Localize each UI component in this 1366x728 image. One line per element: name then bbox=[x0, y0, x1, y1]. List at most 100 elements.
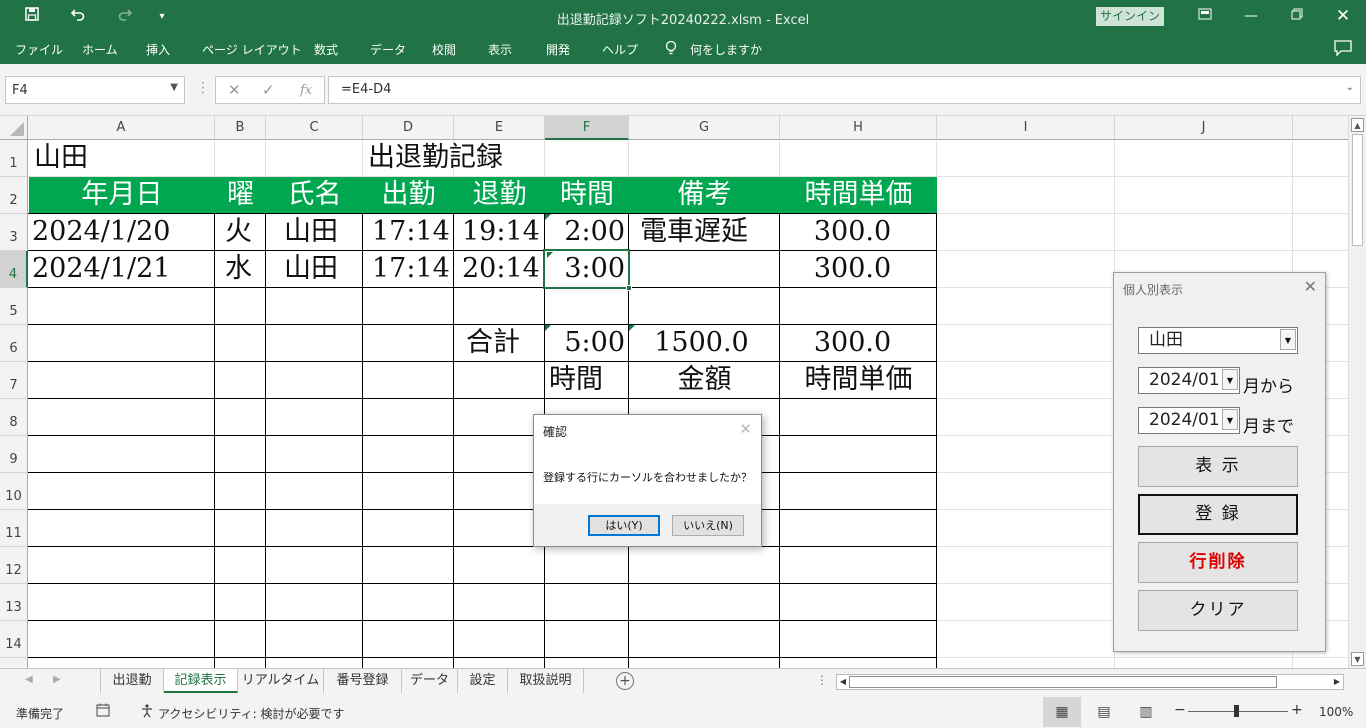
cell-b4[interactable]: 水 bbox=[225, 251, 252, 287]
ribbon-display-icon[interactable] bbox=[1190, 5, 1220, 27]
cell-h6[interactable]: 300.0 bbox=[780, 325, 925, 361]
signin-button[interactable]: サインイン bbox=[1096, 7, 1164, 26]
zoom-slider-knob[interactable] bbox=[1234, 705, 1239, 717]
minimize-icon[interactable]: — bbox=[1236, 5, 1266, 27]
row-header-3[interactable]: 3 bbox=[0, 214, 28, 251]
row-header-5[interactable]: 5 bbox=[0, 288, 28, 325]
row-header-9[interactable]: 9 bbox=[0, 436, 28, 473]
no-button[interactable]: いいえ(N) bbox=[672, 515, 744, 536]
sheet-tab-realtime[interactable]: リアルタイム bbox=[238, 669, 324, 693]
cell-e3[interactable]: 19:14 bbox=[462, 214, 540, 250]
cell-d1[interactable]: 出退勤記録 bbox=[368, 140, 503, 176]
column-header-j[interactable]: J bbox=[1115, 116, 1293, 140]
active-cell-selection[interactable] bbox=[543, 249, 630, 289]
header-cell-weekday[interactable]: 曜 bbox=[215, 177, 266, 213]
zoom-in-button[interactable]: + bbox=[1291, 702, 1303, 718]
column-header-e[interactable]: E bbox=[454, 116, 545, 140]
expand-formula-icon[interactable]: ⌄ bbox=[1346, 82, 1354, 93]
column-header-b[interactable]: B bbox=[215, 116, 266, 140]
name-box[interactable]: F4 ▼ bbox=[5, 76, 185, 104]
header-cell-hours[interactable]: 時間 bbox=[545, 177, 629, 213]
cell-a1[interactable]: 山田 bbox=[34, 140, 88, 176]
next-sheet-icon[interactable]: ▶ bbox=[53, 674, 61, 685]
cell-f7[interactable]: 時間 bbox=[549, 362, 603, 398]
row-header-4[interactable]: 4 bbox=[0, 251, 28, 288]
chevron-down-icon[interactable]: ▼ bbox=[1222, 369, 1238, 390]
page-layout-view-icon[interactable]: ▤ bbox=[1085, 697, 1123, 727]
cell-c3[interactable]: 山田 bbox=[284, 214, 338, 250]
cell-b3[interactable]: 火 bbox=[225, 214, 252, 250]
cell-e4[interactable]: 20:14 bbox=[462, 251, 540, 287]
scroll-thumb[interactable] bbox=[849, 676, 1277, 688]
header-cell-name[interactable]: 氏名 bbox=[266, 177, 363, 213]
tab-developer[interactable]: 開発 bbox=[546, 41, 570, 58]
restore-icon[interactable] bbox=[1282, 5, 1312, 27]
to-month-combobox[interactable]: 2024/01 ▼ bbox=[1138, 407, 1240, 434]
chevron-down-icon[interactable]: ▼ bbox=[1222, 409, 1238, 430]
tab-formulas[interactable]: 数式 bbox=[314, 41, 338, 58]
scroll-thumb[interactable] bbox=[1352, 134, 1363, 246]
from-month-combobox[interactable]: 2024/01 ▼ bbox=[1138, 367, 1240, 394]
close-icon[interactable]: ✕ bbox=[1328, 5, 1358, 27]
normal-view-icon[interactable]: ▦ bbox=[1043, 697, 1081, 727]
accessibility-icon[interactable] bbox=[140, 703, 156, 722]
cell-g3[interactable]: 電車遅延 bbox=[640, 214, 748, 250]
vertical-scrollbar[interactable]: ▲ ▼ bbox=[1348, 116, 1366, 668]
yes-button[interactable]: はい(Y) bbox=[588, 515, 660, 536]
row-header-10[interactable]: 10 bbox=[0, 473, 28, 510]
tab-file[interactable]: ファイル bbox=[15, 41, 63, 58]
tab-view[interactable]: 表示 bbox=[488, 41, 512, 58]
header-cell-date[interactable]: 年月日 bbox=[29, 177, 215, 213]
close-icon[interactable]: ✕ bbox=[739, 420, 752, 438]
macro-record-icon[interactable] bbox=[96, 703, 110, 720]
row-header-2[interactable]: 2 bbox=[0, 177, 28, 214]
accessibility-status[interactable]: アクセシビリティ: 検討が必要です bbox=[158, 705, 345, 722]
scroll-down-icon[interactable]: ▼ bbox=[1351, 652, 1364, 666]
name-combobox[interactable]: 山田 ▼ bbox=[1138, 327, 1298, 354]
chevron-down-icon[interactable]: ▼ bbox=[1280, 329, 1296, 350]
show-button[interactable]: 表 示 bbox=[1138, 446, 1298, 487]
cell-e6[interactable]: 合計 bbox=[466, 325, 520, 361]
cell-h4[interactable]: 300.0 bbox=[780, 251, 925, 287]
column-header-h[interactable]: H bbox=[780, 116, 937, 140]
column-header-c[interactable]: C bbox=[266, 116, 363, 140]
more-tabs-icon[interactable]: ⋮ bbox=[816, 673, 828, 687]
cell-d4[interactable]: 17:14 bbox=[372, 251, 450, 287]
sheet-tab-record-view[interactable]: 記録表示 bbox=[164, 669, 238, 693]
comments-icon[interactable] bbox=[1334, 40, 1352, 57]
insert-function-icon[interactable]: fx bbox=[300, 83, 312, 98]
cell-a3[interactable]: 2024/1/20 bbox=[32, 214, 170, 250]
row-header-8[interactable]: 8 bbox=[0, 399, 28, 436]
fill-handle[interactable] bbox=[626, 285, 632, 291]
row-header-11[interactable]: 11 bbox=[0, 510, 28, 547]
cell-h7[interactable]: 時間単価 bbox=[780, 362, 937, 398]
scroll-left-icon[interactable]: ◀ bbox=[837, 675, 849, 689]
prev-sheet-icon[interactable]: ◀ bbox=[25, 674, 33, 685]
header-cell-clock-in[interactable]: 出勤 bbox=[363, 177, 454, 213]
sheet-tab-instructions[interactable]: 取扱説明 bbox=[508, 669, 584, 693]
sheet-tab-data[interactable]: データ bbox=[402, 669, 458, 693]
tab-data[interactable]: データ bbox=[370, 41, 406, 58]
chevron-down-icon[interactable]: ▼ bbox=[170, 82, 178, 93]
tab-insert[interactable]: 挿入 bbox=[146, 41, 170, 58]
sheet-tab-attendance[interactable]: 出退勤 bbox=[100, 669, 164, 693]
sheet-tab-number-registration[interactable]: 番号登録 bbox=[324, 669, 402, 693]
cell-f6[interactable]: 5:00 bbox=[545, 325, 625, 361]
row-header-15[interactable] bbox=[0, 658, 28, 668]
close-icon[interactable]: ✕ bbox=[1304, 277, 1317, 296]
column-header-g[interactable]: G bbox=[629, 116, 780, 140]
tab-page-layout[interactable]: ページ レイアウト bbox=[202, 41, 302, 58]
header-cell-hourly-rate[interactable]: 時間単価 bbox=[780, 177, 937, 213]
add-sheet-icon[interactable]: + bbox=[616, 672, 634, 690]
cell-g7[interactable]: 金額 bbox=[629, 362, 780, 398]
scroll-right-icon[interactable]: ▶ bbox=[1331, 675, 1343, 689]
select-all-corner[interactable] bbox=[0, 116, 28, 140]
row-header-14[interactable]: 14 bbox=[0, 621, 28, 658]
header-cell-clock-out[interactable]: 退勤 bbox=[454, 177, 545, 213]
cell-g6[interactable]: 1500.0 bbox=[629, 325, 774, 361]
tell-me-search[interactable]: 何をしますか bbox=[690, 41, 762, 58]
column-header-d[interactable]: D bbox=[363, 116, 454, 140]
delete-row-button[interactable]: 行削除 bbox=[1138, 542, 1298, 583]
row-header-12[interactable]: 12 bbox=[0, 547, 28, 584]
row-header-7[interactable]: 7 bbox=[0, 362, 28, 399]
